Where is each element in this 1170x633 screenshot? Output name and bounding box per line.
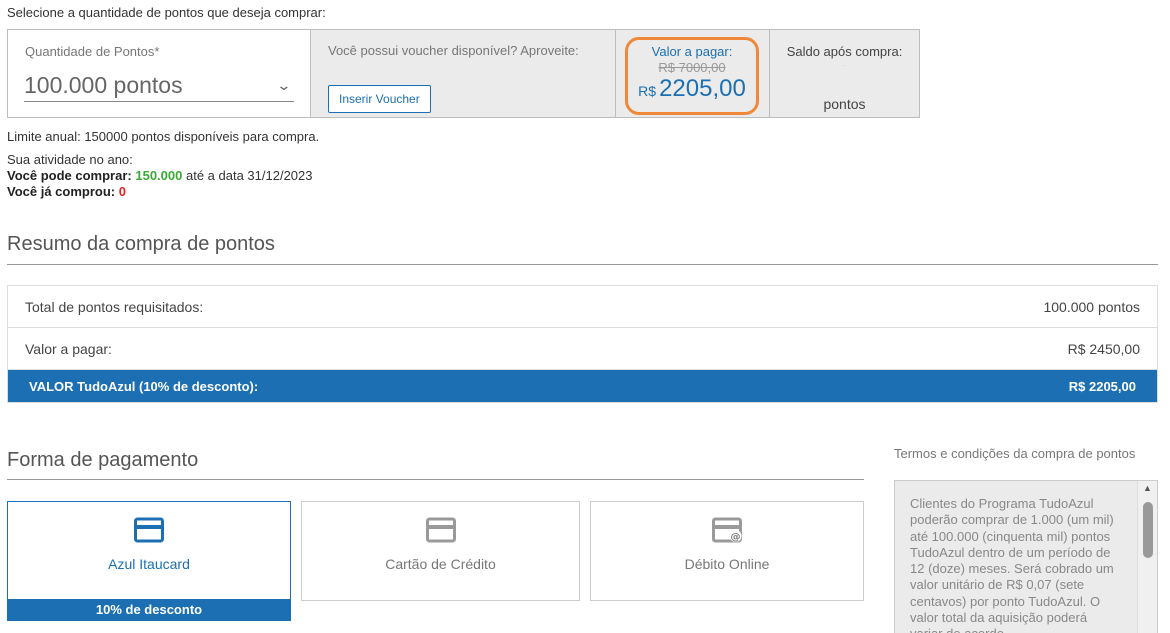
price-currency: R$ (638, 83, 657, 99)
voucher-section: Você possui voucher disponível? Aproveit… (311, 30, 616, 117)
summary-row: Valor a pagar: R$ 2450,00 (8, 328, 1157, 370)
quantity-value: 100.000 pontos (24, 72, 183, 98)
bought-label: Você já comprou: (7, 184, 116, 199)
points-selector-panel: Quantidade de Pontos* 100.000 pontos ⌄ V… (7, 29, 920, 118)
balance-unit: pontos (823, 96, 866, 112)
bought-value: 0 (118, 184, 126, 199)
summary-table: Total de pontos requisitados: 100.000 po… (7, 285, 1158, 403)
price-section: Valor a pagar: R$ 7000,00 R$ 2205,00 (616, 30, 770, 117)
summary-total-label: VALOR TudoAzul (10% de desconto): (29, 378, 259, 394)
scroll-thumb[interactable] (1143, 502, 1153, 558)
svg-text:@: @ (731, 532, 741, 543)
payment-divider (7, 479, 864, 480)
can-buy-label: Você pode comprar: (7, 168, 132, 183)
terms-scrollbar[interactable]: ▲ (1137, 481, 1157, 633)
voucher-text: Você possui voucher disponível? Aproveit… (328, 43, 579, 58)
payment-option-online-debit[interactable]: @ Débito Online (590, 501, 864, 601)
summary-total-value: R$ 2205,00 (1068, 378, 1136, 394)
payment-option-credit-card[interactable]: Cartão de Crédito (301, 501, 580, 601)
summary-title: Resumo da compra de pontos (7, 233, 275, 255)
payment-title: Forma de pagamento (7, 449, 199, 471)
price-amount: 2205,00 (659, 75, 746, 102)
quantity-label: Quantidade de Pontos* (25, 44, 160, 59)
can-buy-line: Você pode comprar: 150.000 até a data 31… (7, 168, 313, 184)
activity-block: Sua atividade no ano: Você pode comprar:… (7, 152, 313, 200)
balance-label: Saldo após compra: (786, 44, 903, 59)
quantity-section: Quantidade de Pontos* 100.000 pontos ⌄ (8, 30, 311, 117)
price-old: R$ 7000,00 (658, 60, 726, 75)
payment-option-label: Débito Online (684, 556, 770, 572)
summary-row-value: R$ 2450,00 (1067, 340, 1140, 357)
summary-row-label: Valor a pagar: (25, 340, 112, 357)
price-new: R$ 2205,00 (628, 75, 756, 103)
summary-total-row: VALOR TudoAzul (10% de desconto): R$ 220… (8, 370, 1157, 402)
credit-card-icon (134, 517, 164, 543)
price-highlight: Valor a pagar: R$ 7000,00 R$ 2205,00 (625, 37, 759, 115)
balance-value: - (843, 61, 846, 70)
intro-text: Selecione a quantidade de pontos que des… (7, 5, 326, 20)
summary-divider (7, 264, 1158, 265)
payment-option-label: Azul Itaucard (108, 556, 190, 572)
insert-voucher-button[interactable]: Inserir Voucher (328, 85, 431, 113)
scroll-up-icon[interactable]: ▲ (1138, 483, 1157, 493)
activity-heading: Sua atividade no ano: (7, 152, 133, 167)
terms-title: Termos e condições da compra de pontos (894, 446, 1136, 461)
credit-card-icon (425, 517, 456, 543)
price-label: Valor a pagar: (651, 44, 733, 59)
can-buy-suffix: até a data 31/12/2023 (185, 168, 313, 183)
chevron-down-icon: ⌄ (276, 77, 292, 93)
summary-row-value: 100.000 pontos (1043, 298, 1140, 315)
terms-text: Clientes do Programa TudoAzul poderão co… (910, 496, 1114, 633)
payment-option-label: Cartão de Crédito (385, 556, 496, 572)
balance-section: Saldo após compra: - pontos (770, 30, 919, 117)
discount-badge: 10% de desconto (7, 599, 291, 621)
terms-box[interactable]: Clientes do Programa TudoAzul poderão co… (894, 480, 1158, 633)
summary-row-label: Total de pontos requisitados: (25, 298, 204, 315)
quantity-select[interactable]: 100.000 pontos ⌄ (24, 70, 294, 102)
can-buy-value: 150.000 (135, 168, 183, 183)
summary-row: Total de pontos requisitados: 100.000 po… (8, 286, 1157, 328)
online-debit-icon: @ (712, 517, 742, 543)
bought-line: Você já comprou: 0 (7, 184, 313, 200)
payment-option-azul-itaucard[interactable]: Azul Itaucard 10% de desconto (7, 501, 291, 621)
annual-limit-text: Limite anual: 150000 pontos disponíveis … (7, 129, 320, 144)
